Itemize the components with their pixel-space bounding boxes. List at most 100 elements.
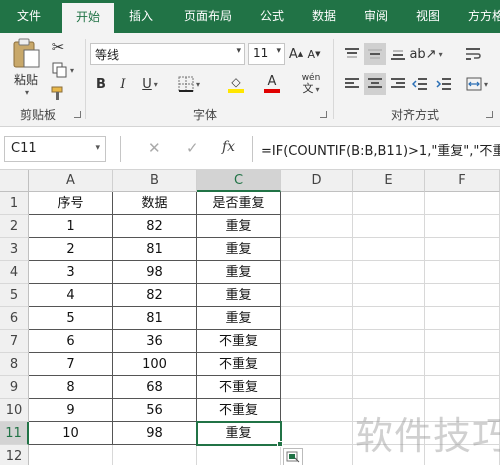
orientation-button[interactable]: ab↗ ▾ — [409, 43, 442, 65]
empty-cell[interactable] — [425, 330, 500, 353]
empty-cell[interactable] — [281, 330, 353, 353]
empty-cell[interactable] — [353, 261, 425, 284]
align-center-icon[interactable] — [364, 73, 386, 95]
empty-cell[interactable] — [353, 353, 425, 376]
table-cell[interactable]: 82 — [113, 284, 197, 307]
enter-icon[interactable]: ✓ — [186, 139, 199, 157]
row-header-5[interactable]: 5 — [0, 284, 29, 307]
alignment-launcher-icon[interactable] — [486, 111, 493, 118]
empty-cell[interactable] — [281, 399, 353, 422]
align-middle-icon[interactable] — [364, 43, 386, 65]
borders-button[interactable]: ▾ — [172, 73, 206, 95]
empty-cell[interactable] — [425, 353, 500, 376]
tab-data[interactable]: 数据 — [302, 0, 346, 33]
empty-cell[interactable] — [425, 215, 500, 238]
empty-cell[interactable] — [29, 445, 113, 465]
empty-cell[interactable] — [425, 192, 500, 215]
table-cell[interactable]: 重复 — [197, 284, 281, 307]
table-cell[interactable]: 8 — [29, 376, 113, 399]
quick-analysis-button[interactable] — [283, 448, 303, 465]
tab-formulas[interactable]: 公式 — [250, 0, 294, 33]
empty-cell[interactable] — [113, 445, 197, 465]
table-cell[interactable]: 不重复 — [197, 330, 281, 353]
font-size-combo[interactable]: 11 ▾ — [248, 43, 285, 65]
empty-cell[interactable] — [281, 238, 353, 261]
shrink-font-button[interactable]: A ▼ — [306, 43, 322, 65]
align-bottom-icon[interactable] — [388, 43, 408, 65]
table-cell[interactable]: 重复 — [197, 422, 281, 445]
empty-cell[interactable] — [281, 422, 353, 445]
table-cell[interactable]: 重复 — [197, 307, 281, 330]
fill-handle[interactable] — [277, 441, 283, 447]
merge-center-button[interactable]: ▾ — [460, 73, 494, 95]
row-header-10[interactable]: 10 — [0, 399, 29, 422]
table-cell[interactable]: 不重复 — [197, 353, 281, 376]
italic-button[interactable]: I — [114, 73, 132, 95]
insert-function-icon[interactable]: fx — [222, 139, 235, 155]
align-left-icon[interactable] — [342, 73, 362, 95]
tab-view[interactable]: 视图 — [406, 0, 450, 33]
copy-button[interactable]: ▾ — [48, 60, 78, 80]
tab-home[interactable]: 开始 — [62, 3, 114, 33]
column-header-d[interactable]: D — [281, 170, 353, 192]
table-cell[interactable]: 重复 — [197, 238, 281, 261]
table-cell[interactable]: 不重复 — [197, 376, 281, 399]
underline-button[interactable]: U ▾ — [136, 73, 164, 95]
table-cell[interactable]: 5 — [29, 307, 113, 330]
column-header-f[interactable]: F — [425, 170, 500, 192]
table-cell[interactable]: 重复 — [197, 215, 281, 238]
empty-cell[interactable] — [281, 376, 353, 399]
paste-button[interactable]: 粘贴 ▾ — [8, 37, 44, 97]
font-color-button[interactable]: A — [256, 73, 288, 95]
row-header-9[interactable]: 9 — [0, 376, 29, 399]
font-name-combo[interactable]: 等线 ▾ — [90, 43, 245, 65]
empty-cell[interactable] — [281, 215, 353, 238]
empty-cell[interactable] — [281, 192, 353, 215]
fill-color-button[interactable]: ◇ — [220, 73, 252, 95]
row-header-4[interactable]: 4 — [0, 261, 29, 284]
table-cell[interactable]: 81 — [113, 238, 197, 261]
empty-cell[interactable] — [353, 284, 425, 307]
cancel-icon[interactable]: ✕ — [148, 139, 161, 157]
select-all-corner[interactable] — [0, 170, 29, 192]
font-launcher-icon[interactable] — [320, 111, 327, 118]
row-header-12[interactable]: 12 — [0, 445, 29, 465]
row-header-6[interactable]: 6 — [0, 307, 29, 330]
clipboard-launcher-icon[interactable] — [74, 111, 81, 118]
grow-font-button[interactable]: A ▲ — [288, 43, 304, 65]
table-cell[interactable]: 6 — [29, 330, 113, 353]
empty-cell[interactable] — [353, 307, 425, 330]
increase-indent-icon[interactable] — [434, 73, 454, 95]
empty-cell[interactable] — [197, 445, 281, 465]
empty-cell[interactable] — [425, 284, 500, 307]
empty-cell[interactable] — [353, 192, 425, 215]
table-header-cell[interactable]: 是否重复 — [197, 192, 281, 215]
empty-cell[interactable] — [425, 238, 500, 261]
bold-button[interactable]: B — [92, 73, 110, 95]
cut-icon[interactable]: ✂ — [48, 37, 68, 57]
row-header-8[interactable]: 8 — [0, 353, 29, 376]
tab-file[interactable]: 文件 — [0, 0, 58, 33]
empty-cell[interactable] — [353, 215, 425, 238]
table-cell[interactable]: 98 — [113, 261, 197, 284]
table-header-cell[interactable]: 序号 — [29, 192, 113, 215]
column-header-b[interactable]: B — [113, 170, 197, 192]
table-cell[interactable]: 81 — [113, 307, 197, 330]
row-header-2[interactable]: 2 — [0, 215, 29, 238]
empty-cell[interactable] — [353, 238, 425, 261]
table-cell[interactable]: 56 — [113, 399, 197, 422]
table-cell[interactable]: 不重复 — [197, 399, 281, 422]
tab-page-layout[interactable]: 页面布局 — [172, 0, 244, 33]
column-header-c[interactable]: C — [197, 170, 281, 192]
align-right-icon[interactable] — [388, 73, 408, 95]
table-cell[interactable]: 9 — [29, 399, 113, 422]
table-cell[interactable]: 98 — [113, 422, 197, 445]
table-cell[interactable]: 重复 — [197, 261, 281, 284]
empty-cell[interactable] — [425, 376, 500, 399]
table-cell[interactable]: 10 — [29, 422, 113, 445]
row-header-3[interactable]: 3 — [0, 238, 29, 261]
table-cell[interactable]: 7 — [29, 353, 113, 376]
table-cell[interactable]: 36 — [113, 330, 197, 353]
column-header-a[interactable]: A — [29, 170, 113, 192]
empty-cell[interactable] — [353, 330, 425, 353]
